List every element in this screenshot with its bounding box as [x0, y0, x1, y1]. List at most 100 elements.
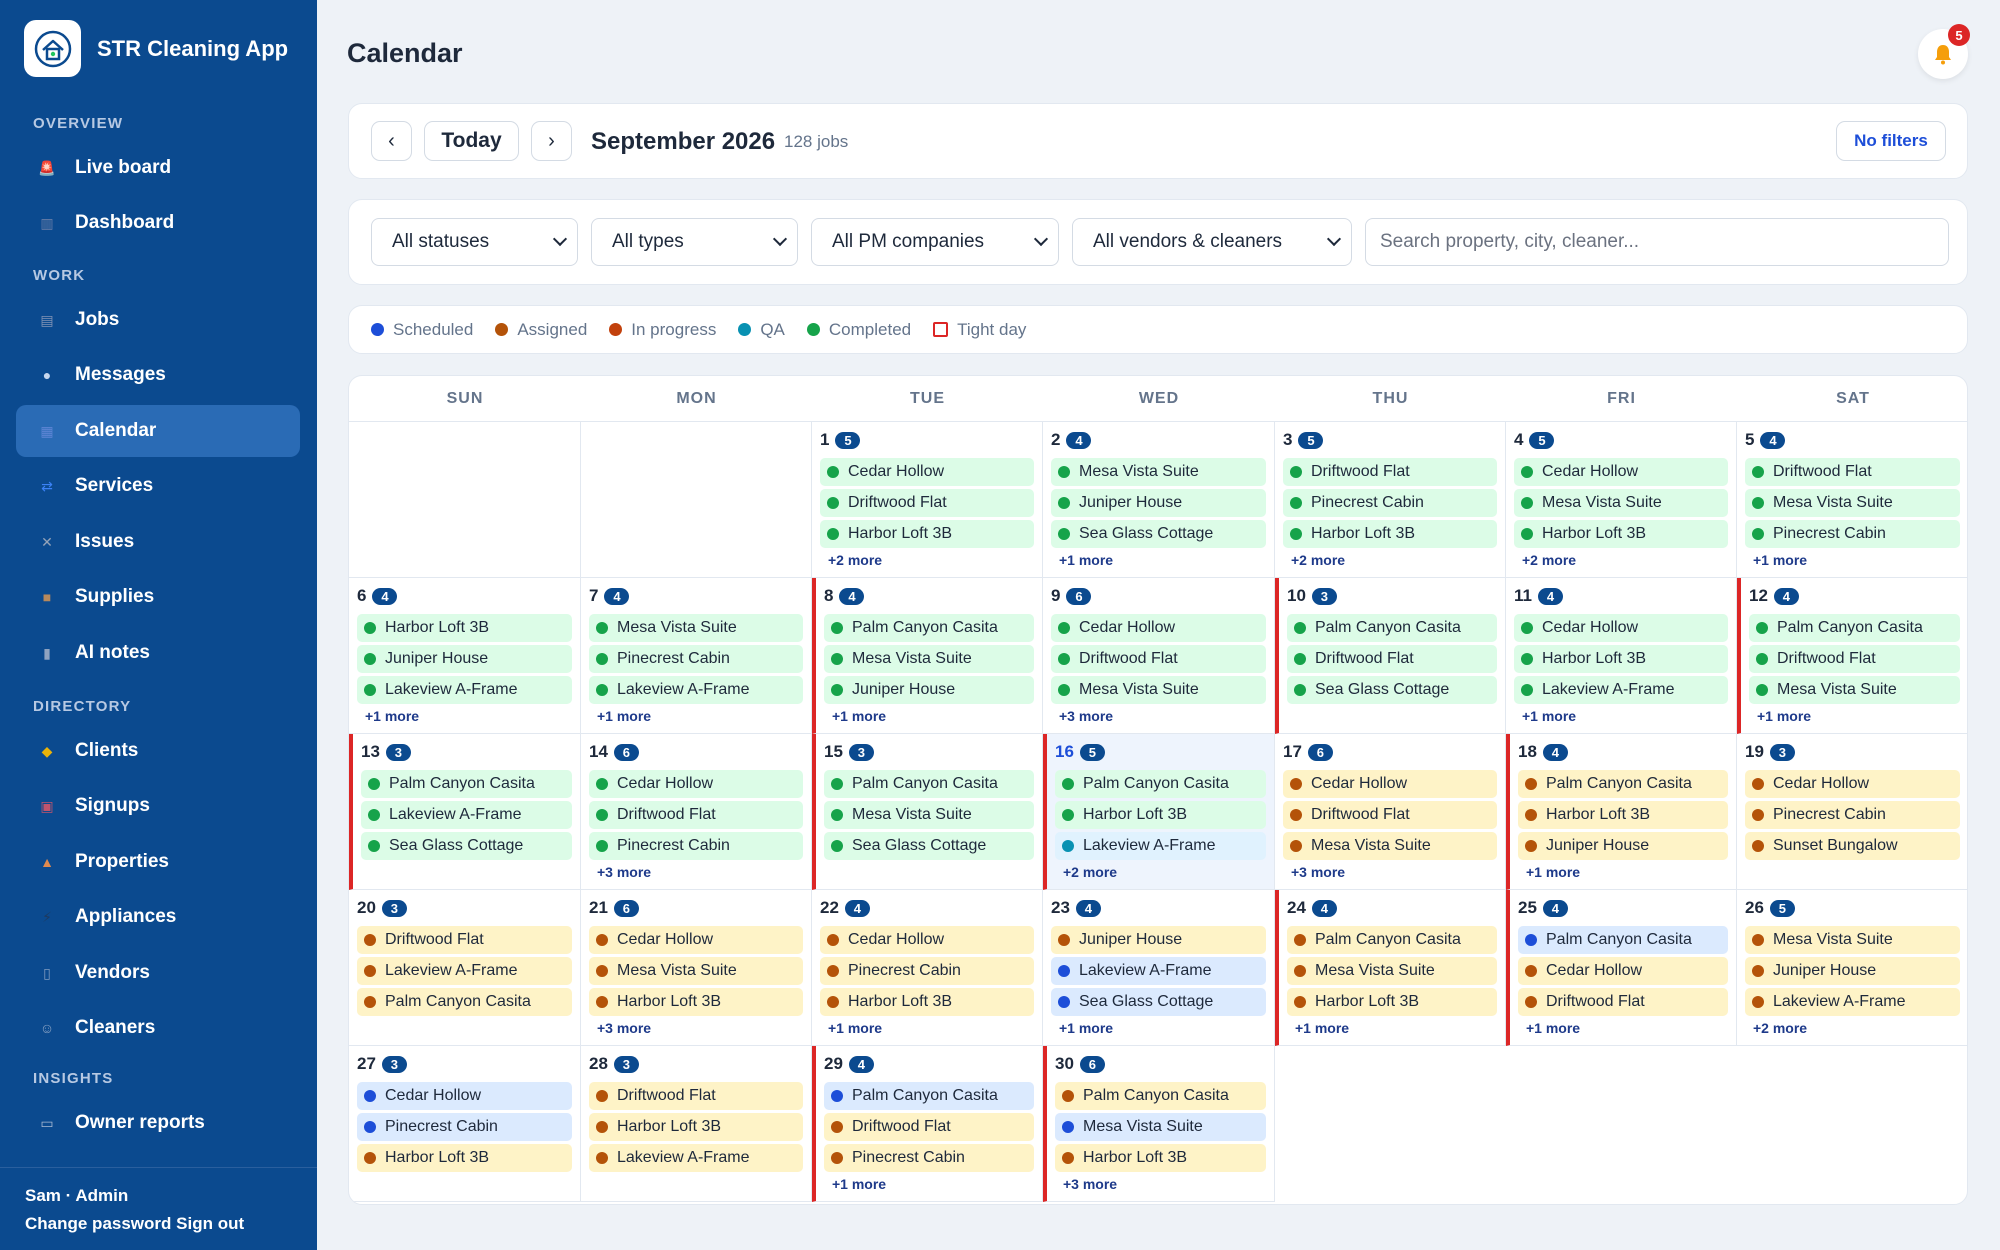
pm-company-select[interactable]: All PM companies	[811, 218, 1059, 266]
job-chip[interactable]: Juniper House	[1051, 926, 1266, 954]
job-chip[interactable]: Driftwood Flat	[589, 1082, 803, 1110]
more-jobs-link[interactable]: +2 more	[1522, 552, 1576, 568]
job-chip[interactable]: Harbor Loft 3B	[589, 988, 803, 1016]
sidebar-item-signups[interactable]: ▣ Signups	[16, 780, 300, 832]
job-chip[interactable]: Driftwood Flat	[1283, 801, 1497, 829]
job-chip[interactable]: Sea Glass Cottage	[1051, 520, 1266, 548]
job-chip[interactable]: Lakeview A-Frame	[589, 676, 803, 704]
sidebar-item-vendors[interactable]: ▯ Vendors	[16, 947, 300, 999]
job-chip[interactable]: Juniper House	[1745, 957, 1960, 985]
more-jobs-link[interactable]: +2 more	[1753, 1020, 1807, 1036]
job-chip[interactable]: Cedar Hollow	[589, 926, 803, 954]
more-jobs-link[interactable]: +3 more	[597, 864, 651, 880]
job-chip[interactable]: Sea Glass Cottage	[361, 832, 572, 860]
more-jobs-link[interactable]: +1 more	[1059, 1020, 1113, 1036]
job-chip[interactable]: Cedar Hollow	[820, 458, 1034, 486]
job-chip[interactable]: Cedar Hollow	[357, 1082, 572, 1110]
job-chip[interactable]: Cedar Hollow	[1514, 458, 1728, 486]
day-cell-21[interactable]: 21 6 Cedar Hollow Mesa Vista Suite Harbor Lo…	[581, 890, 812, 1046]
next-month-button[interactable]: ›	[531, 121, 572, 161]
sidebar-item-cleaners[interactable]: ☺ Cleaners	[16, 1002, 300, 1054]
job-chip[interactable]: Mesa Vista Suite	[824, 645, 1034, 673]
sidebar-item-ai-notes[interactable]: ▮ AI notes	[16, 627, 300, 679]
more-jobs-link[interactable]: +3 more	[1059, 708, 1113, 724]
job-chip[interactable]: Harbor Loft 3B	[1055, 801, 1266, 829]
job-chip[interactable]: Driftwood Flat	[1745, 458, 1960, 486]
day-cell-8[interactable]: 8 4 Palm Canyon Casita Mesa Vista Suite Juni…	[812, 578, 1043, 734]
sidebar-item-supplies[interactable]: ■ Supplies	[16, 571, 300, 623]
today-button[interactable]: Today	[424, 121, 519, 161]
job-chip[interactable]: Cedar Hollow	[1514, 614, 1728, 642]
day-cell-18[interactable]: 18 4 Palm Canyon Casita Harbor Loft 3B Junip…	[1506, 734, 1737, 890]
job-chip[interactable]: Mesa Vista Suite	[1283, 832, 1497, 860]
search-input[interactable]	[1365, 218, 1949, 266]
more-jobs-link[interactable]: +1 more	[1757, 708, 1811, 724]
job-chip[interactable]: Juniper House	[1051, 489, 1266, 517]
more-jobs-link[interactable]: +1 more	[597, 708, 651, 724]
job-chip[interactable]: Mesa Vista Suite	[1745, 926, 1960, 954]
more-jobs-link[interactable]: +2 more	[828, 552, 882, 568]
job-chip[interactable]: Driftwood Flat	[1749, 645, 1960, 673]
more-jobs-link[interactable]: +3 more	[1291, 864, 1345, 880]
sidebar-item-dashboard[interactable]: ▥ Dashboard	[16, 197, 300, 249]
job-chip[interactable]: Sunset Bungalow	[1745, 832, 1960, 860]
job-chip[interactable]: Pinecrest Cabin	[820, 957, 1034, 985]
job-chip[interactable]: Palm Canyon Casita	[1055, 1082, 1266, 1110]
day-cell-14[interactable]: 14 6 Cedar Hollow Driftwood Flat Pinecrest C…	[581, 734, 812, 890]
job-chip[interactable]: Mesa Vista Suite	[589, 957, 803, 985]
more-jobs-link[interactable]: +1 more	[1295, 1020, 1349, 1036]
day-cell-22[interactable]: 22 4 Cedar Hollow Pinecrest Cabin Harbor Lof…	[812, 890, 1043, 1046]
job-chip[interactable]: Sea Glass Cottage	[1287, 676, 1497, 704]
day-cell-29[interactable]: 29 4 Palm Canyon Casita Driftwood Flat Pinec…	[812, 1046, 1043, 1202]
day-cell-10[interactable]: 10 3 Palm Canyon Casita Driftwood Flat Sea G…	[1275, 578, 1506, 734]
job-chip[interactable]: Sea Glass Cottage	[1051, 988, 1266, 1016]
job-chip[interactable]: Juniper House	[357, 645, 572, 673]
job-chip[interactable]: Lakeview A-Frame	[589, 1144, 803, 1172]
job-chip[interactable]: Palm Canyon Casita	[1287, 926, 1497, 954]
job-chip[interactable]: Harbor Loft 3B	[589, 1113, 803, 1141]
job-chip[interactable]: Pinecrest Cabin	[357, 1113, 572, 1141]
job-chip[interactable]: Harbor Loft 3B	[1518, 801, 1728, 829]
job-chip[interactable]: Cedar Hollow	[1051, 614, 1266, 642]
filters-button[interactable]: No filters	[1836, 121, 1946, 161]
job-chip[interactable]: Lakeview A-Frame	[1055, 832, 1266, 860]
day-cell-24[interactable]: 24 4 Palm Canyon Casita Mesa Vista Suite Har…	[1275, 890, 1506, 1046]
day-cell-28[interactable]: 28 3 Driftwood Flat Harbor Loft 3B Lakeview …	[581, 1046, 812, 1202]
job-chip[interactable]: Mesa Vista Suite	[1749, 676, 1960, 704]
job-chip[interactable]: Driftwood Flat	[824, 1113, 1034, 1141]
job-chip[interactable]: Driftwood Flat	[1518, 988, 1728, 1016]
job-chip[interactable]: Harbor Loft 3B	[357, 1144, 572, 1172]
change-password-link[interactable]: Change password	[25, 1214, 171, 1233]
day-cell-19[interactable]: 19 3 Cedar Hollow Pinecrest Cabin Sunset Bun…	[1737, 734, 1967, 890]
sidebar-item-issues[interactable]: ✕ Issues	[16, 516, 300, 568]
job-chip[interactable]: Lakeview A-Frame	[1514, 676, 1728, 704]
more-jobs-link[interactable]: +1 more	[832, 708, 886, 724]
job-chip[interactable]: Driftwood Flat	[1051, 645, 1266, 673]
job-chip[interactable]: Pinecrest Cabin	[1283, 489, 1497, 517]
day-cell-27[interactable]: 27 3 Cedar Hollow Pinecrest Cabin Harbor Lof…	[349, 1046, 581, 1202]
more-jobs-link[interactable]: +2 more	[1063, 864, 1117, 880]
job-chip[interactable]: Driftwood Flat	[1287, 645, 1497, 673]
day-cell-20[interactable]: 20 3 Driftwood Flat Lakeview A-Frame Palm Ca…	[349, 890, 581, 1046]
day-cell-17[interactable]: 17 6 Cedar Hollow Driftwood Flat Mesa Vista …	[1275, 734, 1506, 890]
sidebar-item-properties[interactable]: ▲ Properties	[16, 836, 300, 888]
job-chip[interactable]: Lakeview A-Frame	[1051, 957, 1266, 985]
day-cell-23[interactable]: 23 4 Juniper House Lakeview A-Frame Sea Glas…	[1043, 890, 1275, 1046]
job-chip[interactable]: Juniper House	[1518, 832, 1728, 860]
job-chip[interactable]: Lakeview A-Frame	[1745, 988, 1960, 1016]
job-chip[interactable]: Pinecrest Cabin	[1745, 801, 1960, 829]
day-cell-12[interactable]: 12 4 Palm Canyon Casita Driftwood Flat Mesa …	[1737, 578, 1967, 734]
sidebar-item-messages[interactable]: ● Messages	[16, 349, 300, 401]
job-chip[interactable]: Palm Canyon Casita	[357, 988, 572, 1016]
more-jobs-link[interactable]: +2 more	[1291, 552, 1345, 568]
sidebar-item-services[interactable]: ⇄ Services	[16, 460, 300, 512]
day-cell-3[interactable]: 3 5 Driftwood Flat Pinecrest Cabin Harbor Lo…	[1275, 422, 1506, 578]
job-chip[interactable]: Palm Canyon Casita	[1055, 770, 1266, 798]
previous-month-button[interactable]: ‹	[371, 121, 412, 161]
job-chip[interactable]: Driftwood Flat	[357, 926, 572, 954]
day-cell-7[interactable]: 7 4 Mesa Vista Suite Pinecrest Cabin Lakevie…	[581, 578, 812, 734]
job-chip[interactable]: Harbor Loft 3B	[1514, 520, 1728, 548]
job-chip[interactable]: Palm Canyon Casita	[1287, 614, 1497, 642]
more-jobs-link[interactable]: +1 more	[365, 708, 419, 724]
job-chip[interactable]: Palm Canyon Casita	[824, 1082, 1034, 1110]
